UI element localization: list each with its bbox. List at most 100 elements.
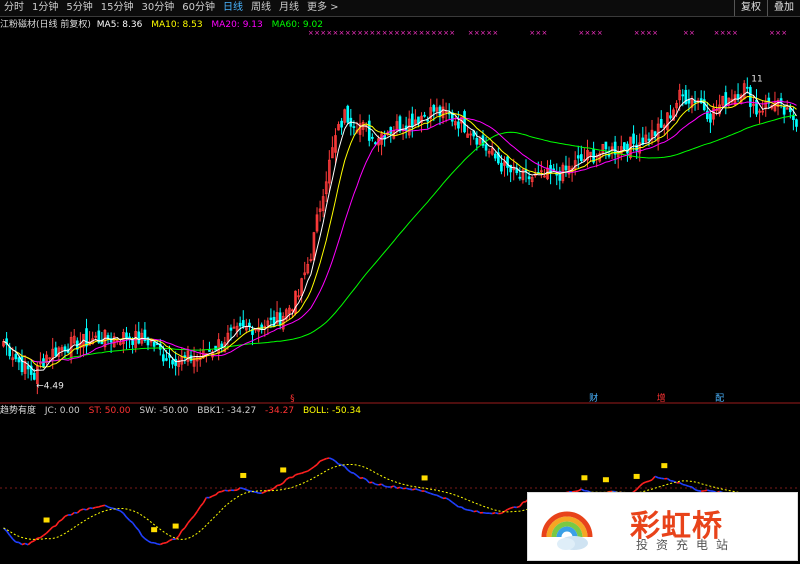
st-segment — [326, 457, 330, 460]
st-segment — [239, 487, 244, 490]
pink-x-marker: × — [363, 29, 369, 37]
st-segment — [227, 489, 232, 492]
pink-x-marker: × — [480, 29, 486, 37]
pink-x-marker: × — [585, 29, 591, 37]
candle-body — [162, 354, 165, 362]
pink-x-marker: × — [351, 29, 357, 37]
st-segment — [125, 516, 131, 521]
candle-body — [137, 331, 141, 344]
pink-x-marker: × — [781, 29, 787, 37]
candle-body — [518, 176, 522, 179]
st-segment — [49, 526, 54, 531]
st-segment — [21, 542, 26, 546]
st-segment — [5, 530, 11, 536]
st-segment — [344, 465, 349, 471]
pink-x-marker: × — [412, 29, 418, 37]
st-segment — [255, 491, 259, 494]
event-marker: 增 — [657, 392, 666, 404]
st-segment — [648, 479, 653, 482]
st-segment — [691, 486, 696, 491]
st-segment — [666, 477, 671, 482]
pink-x-marker: × — [652, 29, 658, 37]
pink-x-marker: × — [357, 29, 363, 37]
st-segment — [390, 485, 395, 488]
st-segment — [365, 478, 370, 484]
pink-x-marker: × — [640, 29, 646, 37]
candle-body — [484, 144, 488, 151]
candle-body — [745, 86, 749, 89]
st-segment — [307, 468, 312, 472]
candle-body — [346, 105, 350, 123]
st-segment — [159, 542, 164, 546]
st-segment — [439, 496, 444, 499]
candle-body — [564, 165, 568, 171]
candle-body — [552, 168, 555, 171]
candle-body — [389, 126, 393, 134]
stock-chart[interactable]: × × × × × × × × × × × × × × × × × × × × × × × × × × × × × × × × × × × × × × × ×… — [0, 0, 800, 564]
st-segment — [221, 489, 226, 493]
st-segment — [704, 489, 708, 492]
st-segment — [83, 508, 87, 511]
candle-body — [54, 347, 58, 357]
st-segment — [636, 485, 641, 491]
st-segment — [181, 527, 186, 532]
pink-x-marker: × — [437, 29, 443, 37]
low-price-label: ←4.49 — [36, 382, 64, 392]
pink-x-marker: × — [683, 29, 689, 37]
candle-body — [367, 120, 371, 141]
st-segment — [212, 494, 216, 497]
candle-body — [165, 358, 168, 361]
indicator-name: 趋势有度 — [0, 406, 37, 416]
st-segment — [246, 488, 250, 492]
ma5-legend: MA5: 8.36 — [96, 20, 143, 30]
st-segment — [104, 504, 109, 508]
st-segment — [144, 538, 149, 542]
pink-x-marker: × — [486, 29, 492, 37]
st-segment — [393, 485, 398, 489]
candle-body — [152, 341, 156, 347]
st-segment — [92, 506, 96, 510]
candle-body — [220, 343, 224, 348]
indicator-legend: 趋势有度 JC: 0.00 ST: 50.00 SW: -50.00 BBK1:… — [0, 405, 367, 417]
pink-x-marker: × — [333, 29, 339, 37]
st-segment — [454, 503, 459, 508]
st-segment — [580, 488, 585, 492]
st-segment — [64, 514, 69, 518]
st-segment — [196, 506, 201, 512]
st-segment — [331, 458, 336, 462]
st-segment — [375, 483, 379, 486]
candle-body — [463, 111, 466, 133]
candle-body — [229, 327, 233, 331]
pink-x-marker: × — [419, 29, 425, 37]
candle-body — [580, 154, 583, 162]
pink-x-marker: × — [726, 29, 732, 37]
candle-body — [681, 94, 685, 97]
st-segment — [495, 511, 499, 515]
st-segment — [153, 542, 158, 545]
st-segment — [30, 540, 35, 543]
st-segment — [45, 529, 51, 534]
event-marker: § — [290, 394, 295, 404]
st-segment — [347, 469, 352, 474]
sw-legend: SW: -50.00 — [139, 406, 189, 416]
candle-body — [42, 358, 45, 368]
candle-body — [241, 320, 245, 327]
pink-x-marker: × — [345, 29, 351, 37]
st-segment — [165, 539, 170, 544]
st-segment — [135, 526, 140, 531]
st-segment — [464, 508, 468, 511]
candle-body — [371, 136, 374, 139]
candle-body — [85, 328, 88, 347]
st-segment — [131, 522, 137, 528]
st-segment — [685, 484, 690, 488]
pink-x-marker: × — [449, 29, 455, 37]
signal-marker — [581, 475, 588, 481]
pink-x-marker: × — [376, 29, 382, 37]
st-segment — [356, 475, 361, 479]
st-segment — [418, 489, 422, 492]
st-segment — [694, 488, 699, 492]
candle-body — [576, 155, 580, 159]
stock-label: 江粉磁材(日线 前复权) — [0, 20, 91, 30]
ma20-line — [3, 100, 797, 363]
rainbow-logo-icon — [541, 511, 593, 550]
